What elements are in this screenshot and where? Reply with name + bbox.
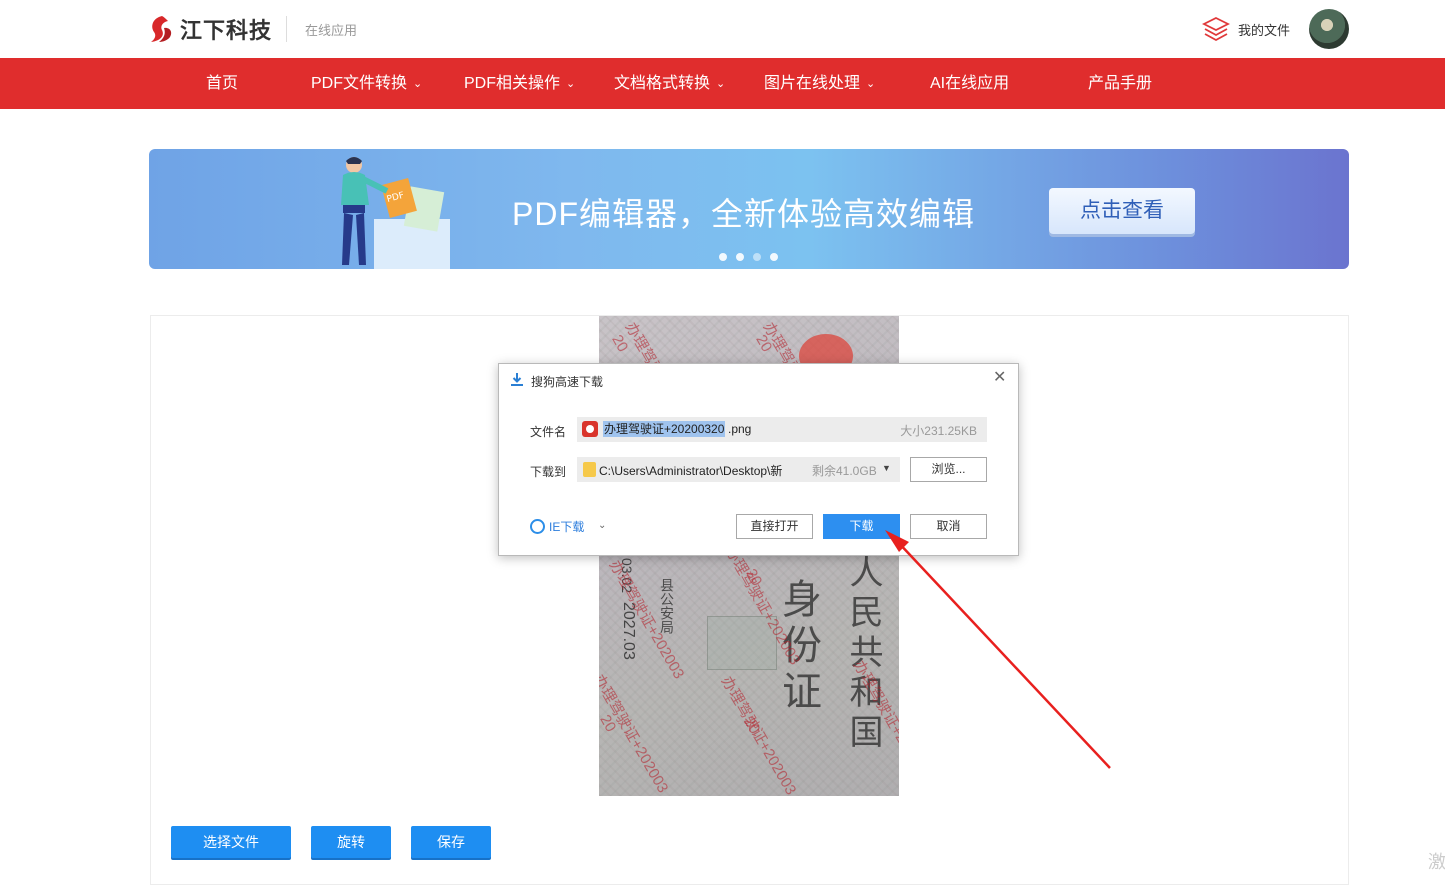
ie-download-label: IE下载	[549, 520, 585, 534]
download-dialog: 搜狗高速下载 ✕ 文件名 办理驾驶证+20200320 .png 大小231.2…	[498, 363, 1019, 556]
nav-item-ai-apps[interactable]: AI在线应用	[930, 58, 1009, 109]
save-button[interactable]: 保存	[411, 826, 491, 858]
nav-item-image-tools[interactable]: 图片在线处理 ⌄	[764, 58, 875, 109]
folder-icon	[583, 462, 596, 477]
logo-mark-icon	[151, 16, 172, 42]
filename-label: 文件名	[530, 425, 567, 439]
filename-field[interactable]: 办理驾驶证+20200320 .png 大小231.25KB	[577, 417, 987, 442]
brand-logo[interactable]: 江下科技 在线应用	[148, 12, 357, 46]
banner-headline: PDF编辑器，全新体验高效编辑	[512, 196, 976, 232]
ie-download-link[interactable]: IE下载	[530, 518, 584, 535]
file-size: 大小231.25KB	[900, 424, 977, 438]
watermark-text: 办理驾驶证+202003	[599, 671, 672, 796]
logo-divider	[286, 16, 288, 42]
nav-item-home[interactable]: 首页	[206, 58, 238, 109]
nav-item-doc-convert[interactable]: 文档格式转换 ⌄	[614, 58, 725, 109]
top-header: 江下科技 在线应用 我的文件	[0, 0, 1445, 58]
save-path-text: C:\Users\Administrator\Desktop\新	[599, 464, 783, 478]
chevron-down-icon: ⌄	[866, 78, 876, 90]
download-icon	[511, 373, 523, 386]
chevron-down-icon: ⌄	[413, 78, 423, 90]
caret-down-icon: ▼	[882, 463, 891, 473]
carousel-dot[interactable]	[719, 253, 727, 261]
carousel-dot[interactable]	[753, 253, 761, 261]
image-file-icon	[582, 421, 598, 437]
main-nav: 首页 PDF文件转换 ⌄ PDF相关操作 ⌄ 文档格式转换 ⌄ 图片在线处理 ⌄ AI在…	[0, 58, 1445, 109]
close-icon[interactable]: ✕	[993, 370, 1006, 386]
nav-item-pdf-ops[interactable]: PDF相关操作 ⌄	[464, 58, 575, 109]
open-directly-button[interactable]: 直接打开	[736, 514, 813, 539]
chevron-down-icon[interactable]: ⌄	[598, 520, 606, 531]
browse-button[interactable]: 浏览...	[910, 457, 987, 482]
rotate-button[interactable]: 旋转	[311, 826, 391, 858]
my-files-link[interactable]: 我的文件	[1202, 16, 1290, 42]
dialog-title: 搜狗高速下载	[531, 375, 604, 389]
cancel-button[interactable]: 取消	[910, 514, 987, 539]
ie-icon	[530, 519, 545, 534]
layers-icon	[1202, 16, 1230, 42]
chevron-down-icon: ⌄	[716, 78, 726, 90]
banner-illustration: PDF	[341, 157, 450, 269]
nav-item-manual[interactable]: 产品手册	[1088, 58, 1152, 109]
nav-item-pdf-convert[interactable]: PDF文件转换 ⌄	[311, 58, 422, 109]
save-path-select[interactable]: C:\Users\Administrator\Desktop\新 剩余41.0G…	[577, 457, 900, 482]
user-avatar[interactable]	[1309, 9, 1349, 49]
filename-extension: .png	[728, 422, 752, 436]
watermark-text: 办理驾驶证+202003	[605, 557, 688, 682]
carousel-dot[interactable]	[770, 253, 778, 261]
banner-cta-button[interactable]: 点击查看	[1049, 188, 1195, 234]
carousel-dot-active[interactable]	[736, 253, 744, 261]
download-button[interactable]: 下载	[823, 514, 900, 539]
brand-name: 江下科技	[180, 18, 273, 43]
corner-glyph: 激	[1428, 852, 1445, 872]
brand-subtitle: 在线应用	[305, 22, 358, 38]
carousel-dots	[719, 253, 778, 261]
my-files-label: 我的文件	[1238, 22, 1291, 38]
choose-file-button[interactable]: 选择文件	[171, 826, 291, 858]
chevron-down-icon: ⌄	[566, 78, 576, 90]
saveto-label: 下载到	[530, 465, 567, 479]
filename-selected-text: 办理驾驶证+20200320	[603, 421, 726, 437]
card-title-text: 人民共和国	[843, 554, 883, 754]
free-space-text: 剩余41.0GB	[812, 464, 877, 478]
promo-banner[interactable]: PDF PDF编辑器，全新体验高效编辑 点击查看	[149, 149, 1349, 269]
